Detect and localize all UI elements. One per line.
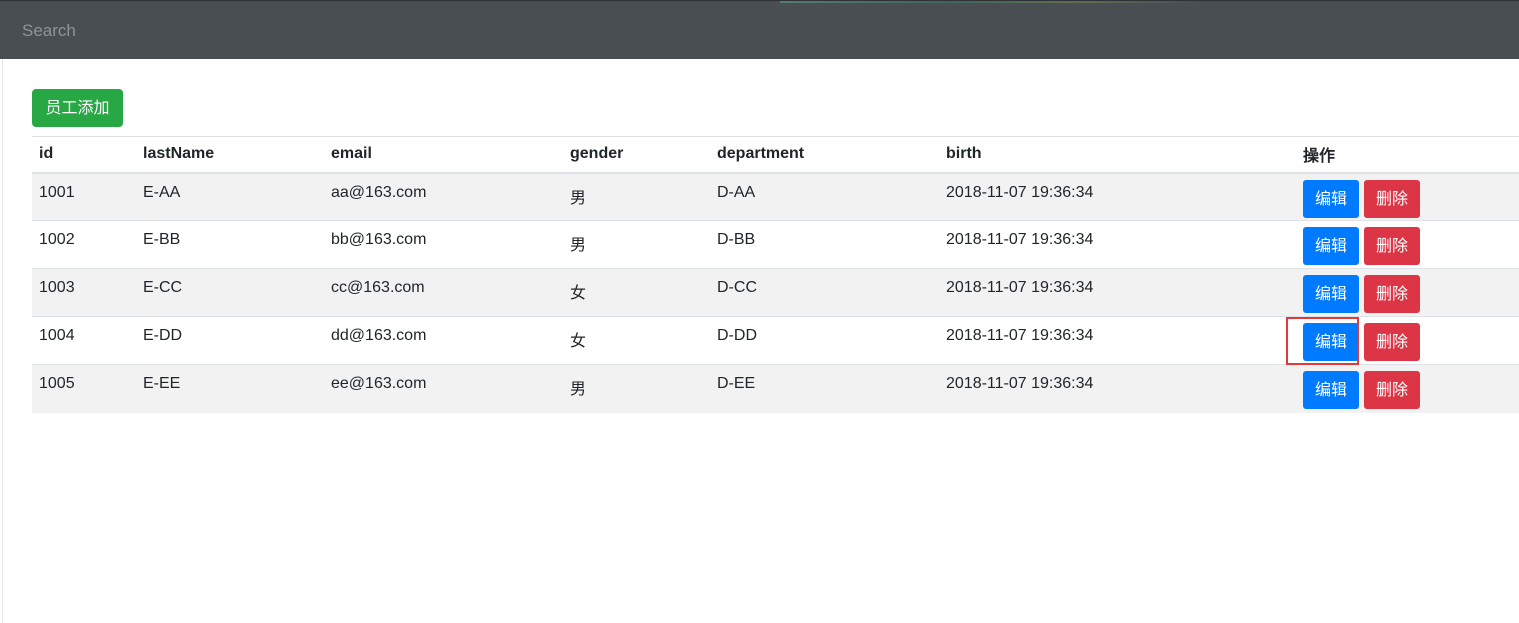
- cell-lastname: E-CC: [136, 268, 324, 317]
- table-row: 1004 E-DD dd@163.com 女 D-DD 2018-11-07 1…: [32, 316, 1519, 365]
- cell-lastname: E-BB: [136, 220, 324, 269]
- cell-gender: 男: [563, 220, 710, 269]
- cell-department: D-DD: [710, 316, 939, 365]
- cell-actions: 编辑 删除: [1296, 316, 1519, 365]
- cell-lastname: E-EE: [136, 364, 324, 413]
- cell-actions: 编辑 删除: [1296, 220, 1519, 269]
- edit-button[interactable]: 编辑: [1303, 227, 1359, 265]
- cell-birth: 2018-11-07 19:36:34: [939, 220, 1296, 269]
- cell-lastname: E-DD: [136, 316, 324, 365]
- header-email: email: [324, 136, 563, 174]
- cell-department: D-BB: [710, 220, 939, 269]
- cell-gender: 女: [563, 268, 710, 317]
- header-department: department: [710, 136, 939, 174]
- cell-birth: 2018-11-07 19:36:34: [939, 316, 1296, 365]
- cell-email: ee@163.com: [324, 364, 563, 413]
- cell-gender: 男: [563, 172, 710, 221]
- cell-department: D-AA: [710, 172, 939, 221]
- cell-email: dd@163.com: [324, 316, 563, 365]
- cell-email: aa@163.com: [324, 172, 563, 221]
- cell-birth: 2018-11-07 19:36:34: [939, 364, 1296, 413]
- header-actions: 操作: [1296, 136, 1519, 174]
- table-row: 1005 E-EE ee@163.com 男 D-EE 2018-11-07 1…: [32, 364, 1519, 413]
- header-gender: gender: [563, 136, 710, 174]
- edit-button[interactable]: 编辑: [1303, 323, 1359, 361]
- cell-email: bb@163.com: [324, 220, 563, 269]
- cell-id: 1003: [32, 268, 136, 317]
- cell-id: 1005: [32, 364, 136, 413]
- add-employee-button[interactable]: 员工添加: [32, 89, 123, 127]
- left-border: [2, 59, 3, 623]
- cell-lastname: E-AA: [136, 172, 324, 221]
- employee-table: id lastName email gender department birt…: [32, 136, 1519, 413]
- cell-department: D-CC: [710, 268, 939, 317]
- cell-gender: 女: [563, 316, 710, 365]
- search-input[interactable]: [6, 13, 1506, 49]
- navbar-decoration: [780, 1, 1200, 3]
- edit-button[interactable]: 编辑: [1303, 179, 1359, 218]
- header-id: id: [32, 136, 136, 174]
- table-row: 1003 E-CC cc@163.com 女 D-CC 2018-11-07 1…: [32, 268, 1519, 317]
- edit-button[interactable]: 编辑: [1303, 371, 1359, 409]
- delete-button[interactable]: 删除: [1364, 371, 1420, 409]
- edit-button[interactable]: 编辑: [1303, 275, 1359, 313]
- cell-birth: 2018-11-07 19:36:34: [939, 268, 1296, 317]
- cell-id: 1004: [32, 316, 136, 365]
- cell-actions: 编辑 删除: [1296, 268, 1519, 317]
- header-birth: birth: [939, 136, 1296, 174]
- header-lastname: lastName: [136, 136, 324, 174]
- cell-actions: 编辑 删除: [1296, 364, 1519, 413]
- top-navbar: [0, 0, 1519, 59]
- delete-button[interactable]: 删除: [1364, 179, 1420, 218]
- cell-email: cc@163.com: [324, 268, 563, 317]
- cell-actions: 编辑 删除: [1296, 172, 1519, 221]
- table-row: 1001 E-AA aa@163.com 男 D-AA 2018-11-07 1…: [32, 172, 1519, 221]
- delete-button[interactable]: 删除: [1364, 275, 1420, 313]
- cell-id: 1002: [32, 220, 136, 269]
- table-header-row: id lastName email gender department birt…: [32, 136, 1519, 174]
- delete-button[interactable]: 删除: [1364, 323, 1420, 361]
- cell-gender: 男: [563, 364, 710, 413]
- cell-id: 1001: [32, 172, 136, 221]
- table-row: 1002 E-BB bb@163.com 男 D-BB 2018-11-07 1…: [32, 220, 1519, 269]
- cell-department: D-EE: [710, 364, 939, 413]
- delete-button[interactable]: 删除: [1364, 227, 1420, 265]
- employee-table-container: id lastName email gender department birt…: [32, 136, 1519, 413]
- cell-birth: 2018-11-07 19:36:34: [939, 172, 1296, 221]
